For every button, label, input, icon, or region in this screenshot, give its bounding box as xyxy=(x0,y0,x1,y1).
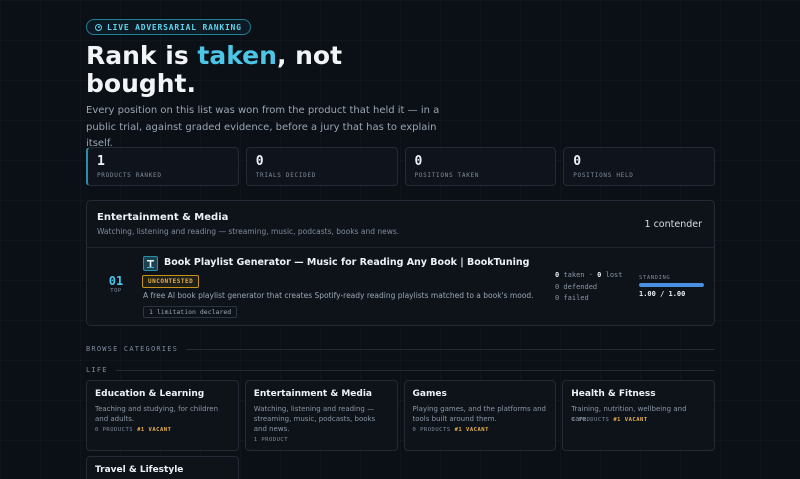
stat-positions-taken: 0 POSITIONS TAKEN xyxy=(404,147,557,186)
category-card-meta: 1 PRODUCT xyxy=(253,437,289,443)
stats-row: 1 PRODUCTS RANKED 0 TRIALS DECIDED 0 POS… xyxy=(86,147,715,186)
standing-bar xyxy=(639,283,704,287)
stat-positions-held: 0 POSITIONS HELD xyxy=(563,147,715,186)
stat-value: 0 xyxy=(573,154,582,169)
product-description: A free AI book playlist generator that c… xyxy=(143,291,534,300)
category-card-travel[interactable]: Travel & Lifestyle xyxy=(86,456,239,479)
category-description: Watching, listening and reading — stream… xyxy=(97,227,400,236)
record-taken-lost: 0 taken · 0 lost xyxy=(555,271,623,279)
category-card-title: Entertainment & Media xyxy=(253,389,372,399)
stat-label: TRIALS DECIDED xyxy=(255,172,317,179)
category-card-desc: Teaching and studying, for children and … xyxy=(95,405,219,423)
contender-count: 1 contender xyxy=(644,219,703,230)
category-header[interactable]: Entertainment & Media Watching, listenin… xyxy=(87,201,714,248)
rank-label: TOP xyxy=(110,288,122,294)
rank-number: 01 xyxy=(108,274,124,288)
stat-label: POSITIONS TAKEN xyxy=(414,172,480,179)
divider xyxy=(186,348,715,350)
standing-value: 1.00 / 1.00 xyxy=(639,290,686,298)
category-card-title: Travel & Lifestyle xyxy=(95,465,184,475)
divider xyxy=(115,369,715,371)
stat-value: 0 xyxy=(414,154,423,169)
standing-fill xyxy=(639,283,704,287)
category-card-desc: Watching, listening and reading — stream… xyxy=(253,405,376,433)
stat-label: POSITIONS HELD xyxy=(573,172,634,179)
stat-trials-decided: 0 TRIALS DECIDED xyxy=(245,147,398,186)
browse-heading-text: BROWSE CATEGORIES xyxy=(86,345,179,353)
category-card-meta: 0 PRODUCTS #1 VACANT xyxy=(95,427,172,433)
live-indicator-icon xyxy=(95,23,102,31)
stat-label: PRODUCTS RANKED xyxy=(97,172,162,179)
status-badge: UNCONTESTED xyxy=(142,275,200,288)
category-grid: Education & Learning Teaching and studyi… xyxy=(86,380,715,451)
category-title: Entertainment & Media xyxy=(97,212,229,223)
category-card-title: Health & Fitness xyxy=(571,389,656,399)
category-card-desc: Playing games, and the platforms and too… xyxy=(412,405,547,423)
live-ranking-badge: LIVE ADVERSARIAL RANKING xyxy=(86,19,251,35)
category-card-title: Games xyxy=(412,389,447,399)
live-badge-label: LIVE ADVERSARIAL RANKING xyxy=(107,22,242,32)
standing-label: STANDING xyxy=(639,275,671,281)
browse-categories-heading: BROWSE CATEGORIES xyxy=(86,344,715,354)
group-heading-life: LIFE xyxy=(86,365,715,375)
product-logo-icon xyxy=(143,256,158,271)
limitation-tag[interactable]: 1 limitation declared xyxy=(143,306,238,318)
trial-record: 0 taken · 0 lost 0 defended 0 failed xyxy=(555,270,622,305)
category-card-health[interactable]: Health & Fitness Training, nutrition, we… xyxy=(562,380,715,451)
stat-value: 1 xyxy=(97,154,105,169)
category-card-meta: 0 PRODUCTS #1 VACANT xyxy=(571,417,648,423)
ranked-entry[interactable]: 01 TOP Book Playlist Generator — Music f… xyxy=(87,248,714,326)
category-card-games[interactable]: Games Playing games, and the platforms a… xyxy=(403,380,557,451)
page-title: Rank is taken, not bought. xyxy=(86,42,416,98)
stat-value: 0 xyxy=(255,154,264,169)
group-heading-text: LIFE xyxy=(86,366,108,374)
category-leaderboard-card: Entertainment & Media Watching, listenin… xyxy=(86,200,715,326)
category-card-meta: 0 PRODUCTS #1 VACANT xyxy=(412,427,489,433)
product-title-link[interactable]: Book Playlist Generator — Music for Read… xyxy=(164,257,529,268)
record-defended: 0 defended xyxy=(555,282,598,291)
title-accent: taken xyxy=(197,41,277,70)
record-failed: 0 failed xyxy=(555,294,589,302)
page-subtitle: Every position on this list was won from… xyxy=(86,105,440,149)
category-card-education[interactable]: Education & Learning Teaching and studyi… xyxy=(86,380,239,451)
stat-products-ranked: 1 PRODUCTS RANKED xyxy=(86,147,239,186)
title-part-a: Rank is xyxy=(86,41,198,70)
category-card-title: Education & Learning xyxy=(95,389,205,399)
category-card-entertainment[interactable]: Entertainment & Media Watching, listenin… xyxy=(244,380,398,451)
